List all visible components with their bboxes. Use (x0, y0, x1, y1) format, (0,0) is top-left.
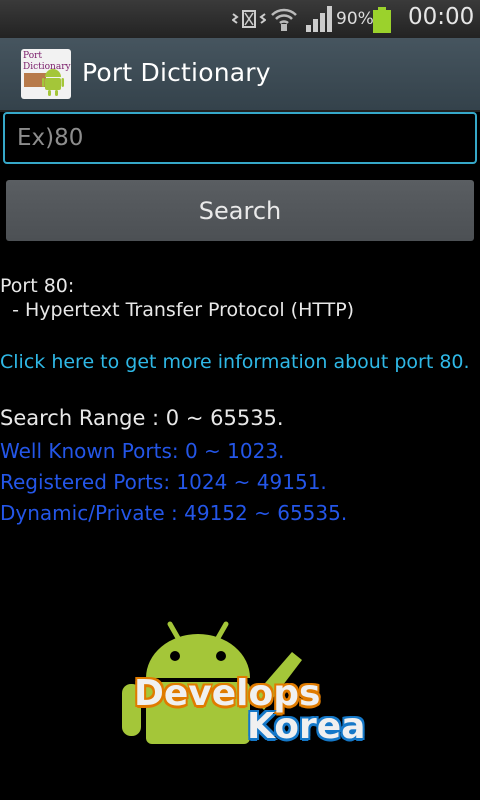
app-logo[interactable]: Port Dictionary (21, 49, 71, 99)
vibrate-icon (232, 10, 266, 28)
result-port-line: Port 80: (0, 275, 75, 297)
banner-text-korea: Korea (247, 706, 366, 747)
wifi-icon (271, 8, 297, 31)
status-clock: 00:00 (408, 4, 475, 30)
search-range-text: Search Range : 0 ~ 65535. (0, 406, 284, 430)
app-title: Port Dictionary (82, 58, 271, 87)
search-button[interactable]: Search (6, 180, 474, 241)
action-bar: Port Dictionary Port Dictionary (0, 38, 480, 112)
registered-ports-text: Registered Ports: 1024 ~ 49151. (0, 470, 327, 494)
well-known-ports-text: Well Known Ports: 0 ~ 1023. (0, 439, 285, 463)
result-description: - Hypertext Transfer Protocol (HTTP) (0, 299, 355, 321)
more-info-link[interactable]: Click here to get more information about… (0, 350, 470, 374)
status-bar: 90% 00:00 (0, 0, 480, 38)
dynamic-ports-text: Dynamic/Private : 49152 ~ 65535. (0, 501, 348, 525)
battery-percent: 90% (336, 9, 374, 29)
port-search-input[interactable] (3, 112, 477, 164)
battery-icon (373, 7, 391, 33)
android-icon (24, 69, 64, 96)
signal-icon (306, 6, 332, 32)
